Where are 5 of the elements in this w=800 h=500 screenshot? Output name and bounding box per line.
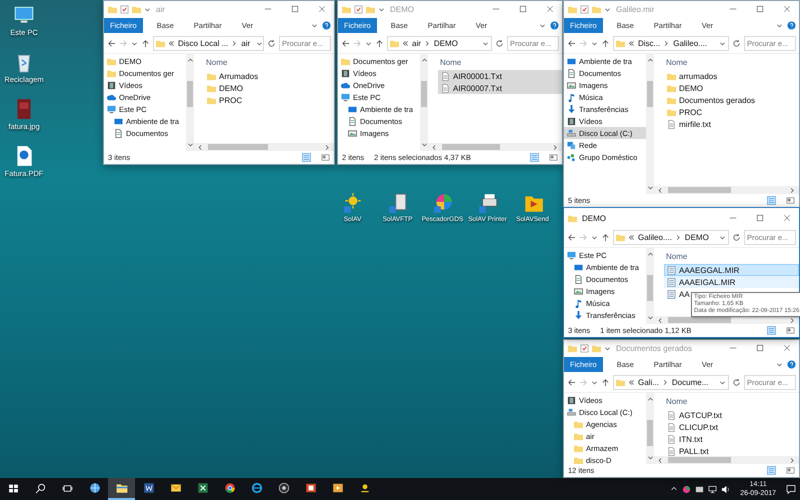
window-title: DEMO [389, 4, 415, 14]
window-title: DEMO [581, 214, 607, 222]
window-title: Documentos gerados [615, 344, 694, 352]
window-title: air [155, 4, 166, 14]
window-title: Galileo.mir [615, 4, 656, 14]
